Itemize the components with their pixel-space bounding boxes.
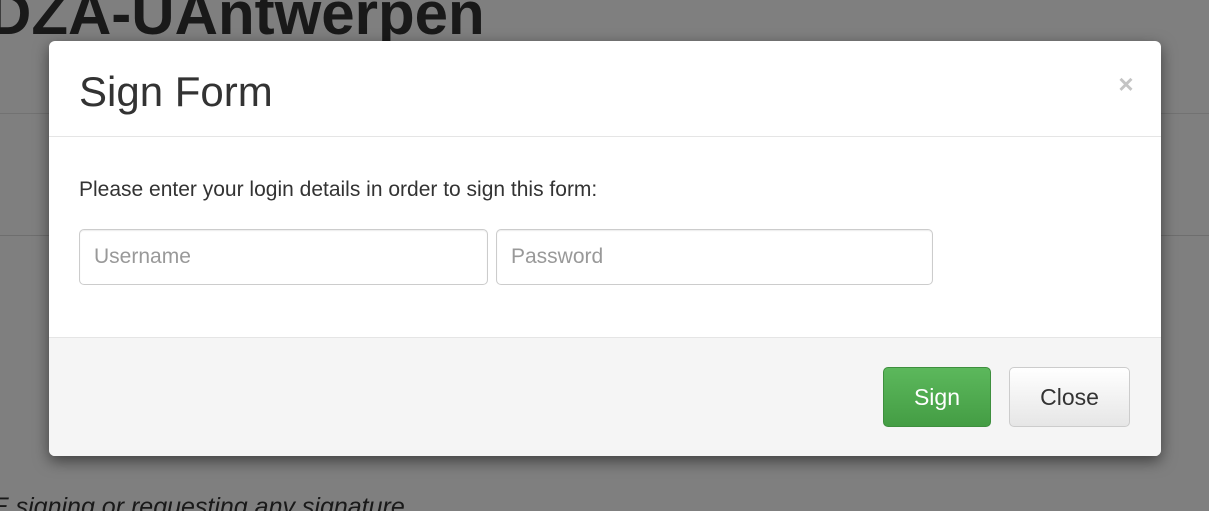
close-button[interactable]: Close <box>1009 367 1130 427</box>
modal-title: Sign Form <box>79 68 273 115</box>
password-input[interactable] <box>496 229 933 285</box>
modal-body: Please enter your login details in order… <box>49 137 1161 337</box>
login-instruction: Please enter your login details in order… <box>79 178 598 201</box>
modal-footer: Sign Close <box>49 337 1161 456</box>
close-icon[interactable]: × <box>1115 69 1137 99</box>
username-input[interactable] <box>79 229 488 285</box>
sign-form-modal: Sign Form × Please enter your login deta… <box>49 41 1161 456</box>
sign-button[interactable]: Sign <box>883 367 991 427</box>
modal-header: Sign Form × <box>49 41 1161 137</box>
